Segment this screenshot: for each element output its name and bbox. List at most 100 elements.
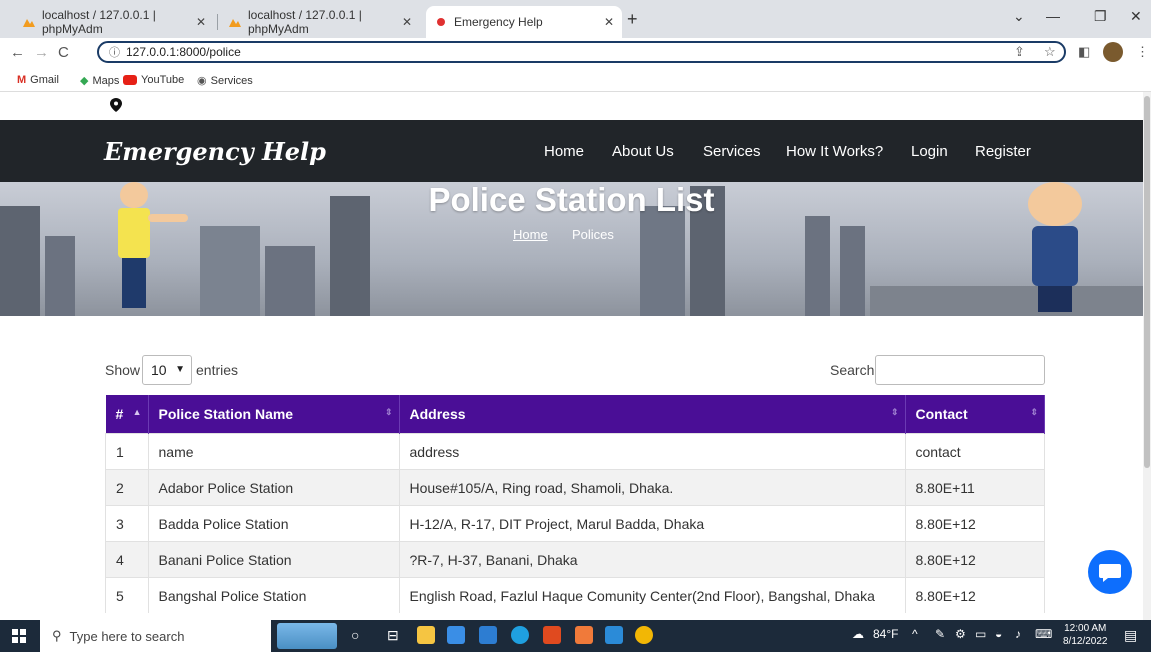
office-icon[interactable]: [543, 626, 561, 644]
scrollbar-thumb[interactable]: [1144, 96, 1150, 468]
pen-icon[interactable]: ✎: [935, 627, 945, 641]
nav-home[interactable]: Home: [544, 143, 584, 160]
battery-icon[interactable]: ▭: [975, 627, 986, 641]
bookmark-label: YouTube: [141, 74, 185, 86]
tab-title: Emergency Help: [454, 15, 543, 29]
cell-number: 4: [105, 541, 149, 578]
column-header-contact[interactable]: Contact ⇕: [905, 395, 1045, 434]
windows-start-icon[interactable]: [12, 629, 26, 643]
mail-icon[interactable]: [479, 626, 497, 644]
notifications-icon[interactable]: ▤: [1124, 627, 1137, 644]
sort-icon: ⇕: [384, 407, 393, 417]
cell-contact: contact: [905, 433, 1045, 470]
table-row: 4 Banani Police Station ?R-7, H-37, Bana…: [105, 541, 1045, 578]
site-logo[interactable]: Emergency Help: [104, 137, 326, 166]
side-panel-icon[interactable]: ◧: [1078, 44, 1090, 60]
bookmark-services[interactable]: ◉ Services: [197, 74, 253, 88]
bookmark-maps[interactable]: ◆ Maps: [80, 74, 119, 88]
browser-tab-phpmyadmin-2[interactable]: localhost / 127.0.0.1 | phpMyAdm ✕: [220, 6, 420, 38]
browser-tab-phpmyadmin-1[interactable]: localhost / 127.0.0.1 | phpMyAdm ✕: [14, 6, 214, 38]
breadcrumb-current: Polices: [572, 227, 614, 242]
search-input[interactable]: [875, 355, 1045, 385]
nav-about-us[interactable]: About Us: [612, 143, 674, 160]
browser-tab-emergency-help[interactable]: Emergency Help ✕: [426, 6, 622, 38]
chat-button[interactable]: [1088, 550, 1132, 594]
tab-search-icon[interactable]: ⌄: [1013, 8, 1025, 25]
url-field[interactable]: ⓘ 127.0.0.1:8000/police: [97, 41, 1066, 63]
building-shape: [265, 246, 315, 316]
cortana-icon[interactable]: ○: [351, 627, 359, 643]
close-tab-icon[interactable]: ✕: [196, 15, 206, 29]
cell-name: name: [148, 433, 400, 470]
column-header-address[interactable]: Address ⇕: [399, 395, 906, 434]
table-row: 5 Bangshal Police Station English Road, …: [105, 577, 1045, 613]
profile-avatar[interactable]: [1103, 42, 1123, 62]
cell-name: Adabor Police Station: [148, 469, 400, 506]
show-label: Show: [105, 362, 141, 378]
chrome-icon[interactable]: [635, 626, 653, 644]
entries-value: 10: [151, 362, 167, 378]
building-shape: [45, 236, 75, 316]
menu-kebab-icon[interactable]: ⋮: [1136, 44, 1149, 60]
cell-name: Bangshal Police Station: [148, 577, 400, 613]
reload-icon[interactable]: C: [58, 44, 69, 61]
keyboard-icon[interactable]: ⌨: [1035, 627, 1052, 641]
xampp-icon[interactable]: [575, 626, 593, 644]
page-title: Police Station List: [428, 181, 715, 218]
site-info-icon[interactable]: ⓘ: [109, 44, 120, 60]
search-highlight-image: [277, 623, 337, 649]
taskbar-clock[interactable]: 12:00 AM 8/12/2022: [1063, 622, 1108, 648]
bookmark-youtube[interactable]: YouTube: [123, 74, 184, 86]
forward-icon[interactable]: →: [34, 44, 49, 61]
cell-name: Badda Police Station: [148, 505, 400, 542]
cell-number: 3: [105, 505, 149, 542]
sort-icon: ⇕: [1030, 407, 1038, 417]
nav-login[interactable]: Login: [911, 143, 948, 160]
onedrive-icon[interactable]: ⚙: [955, 627, 966, 641]
breadcrumb-home[interactable]: Home: [513, 227, 548, 242]
share-icon[interactable]: ⇪: [1014, 44, 1025, 60]
file-explorer-icon[interactable]: [417, 626, 435, 644]
weather-icon[interactable]: ☁: [852, 627, 864, 641]
cell-address: House#105/A, Ring road, Shamoli, Dhaka.: [399, 469, 906, 506]
task-view-icon[interactable]: ⊟: [387, 627, 399, 644]
building-shape: [0, 206, 40, 316]
youtube-icon: [123, 75, 137, 85]
phpmyadmin-icon: [228, 16, 242, 28]
restore-icon[interactable]: ❐: [1094, 8, 1107, 25]
nav-services[interactable]: Services: [703, 143, 761, 160]
bookmark-gmail[interactable]: M Gmail: [17, 74, 59, 86]
store-icon[interactable]: [447, 626, 465, 644]
clock-time: 12:00 AM: [1064, 623, 1107, 634]
nav-how-it-works[interactable]: How It Works?: [786, 143, 883, 160]
network-icon[interactable]: ◒: [995, 627, 1002, 641]
entries-select[interactable]: 10 ▼: [142, 355, 192, 385]
cell-address: ?R-7, H-37, Banani, Dhaka: [399, 541, 906, 578]
close-tab-icon[interactable]: ✕: [604, 15, 614, 29]
volume-icon[interactable]: ♪: [1015, 627, 1021, 641]
page-scrollbar[interactable]: [1143, 92, 1151, 620]
new-tab-icon[interactable]: +: [627, 9, 638, 30]
column-header-number[interactable]: # ▲: [105, 395, 149, 434]
cell-contact: 8.80E+12: [905, 505, 1045, 542]
sort-icon: ▲: [132, 407, 142, 417]
bookmark-label: Services: [210, 74, 253, 87]
minimize-icon[interactable]: —: [1046, 8, 1060, 24]
url-text: 127.0.0.1:8000/police: [126, 45, 241, 59]
weather-temp[interactable]: 84°F: [873, 627, 898, 641]
tray-chevron-up-icon[interactable]: ^: [912, 627, 918, 641]
nav-register[interactable]: Register: [975, 143, 1031, 160]
close-tab-icon[interactable]: ✕: [402, 15, 412, 29]
cell-number: 1: [105, 433, 149, 470]
edge-icon[interactable]: [511, 626, 529, 644]
cell-contact: 8.80E+12: [905, 577, 1045, 613]
taskbar-search-box[interactable]: ⚲ Type here to search: [40, 620, 271, 652]
back-icon[interactable]: ←: [10, 44, 25, 61]
cell-address: English Road, Fazlul Haque Comunity Cent…: [399, 577, 906, 613]
close-window-icon[interactable]: ✕: [1130, 8, 1142, 25]
vscode-icon[interactable]: [605, 626, 623, 644]
bookmark-star-icon[interactable]: ☆: [1044, 44, 1056, 60]
clock-date: 8/12/2022: [1063, 636, 1108, 647]
cell-number: 2: [105, 469, 149, 506]
column-header-name[interactable]: Police Station Name ⇕: [148, 395, 400, 434]
